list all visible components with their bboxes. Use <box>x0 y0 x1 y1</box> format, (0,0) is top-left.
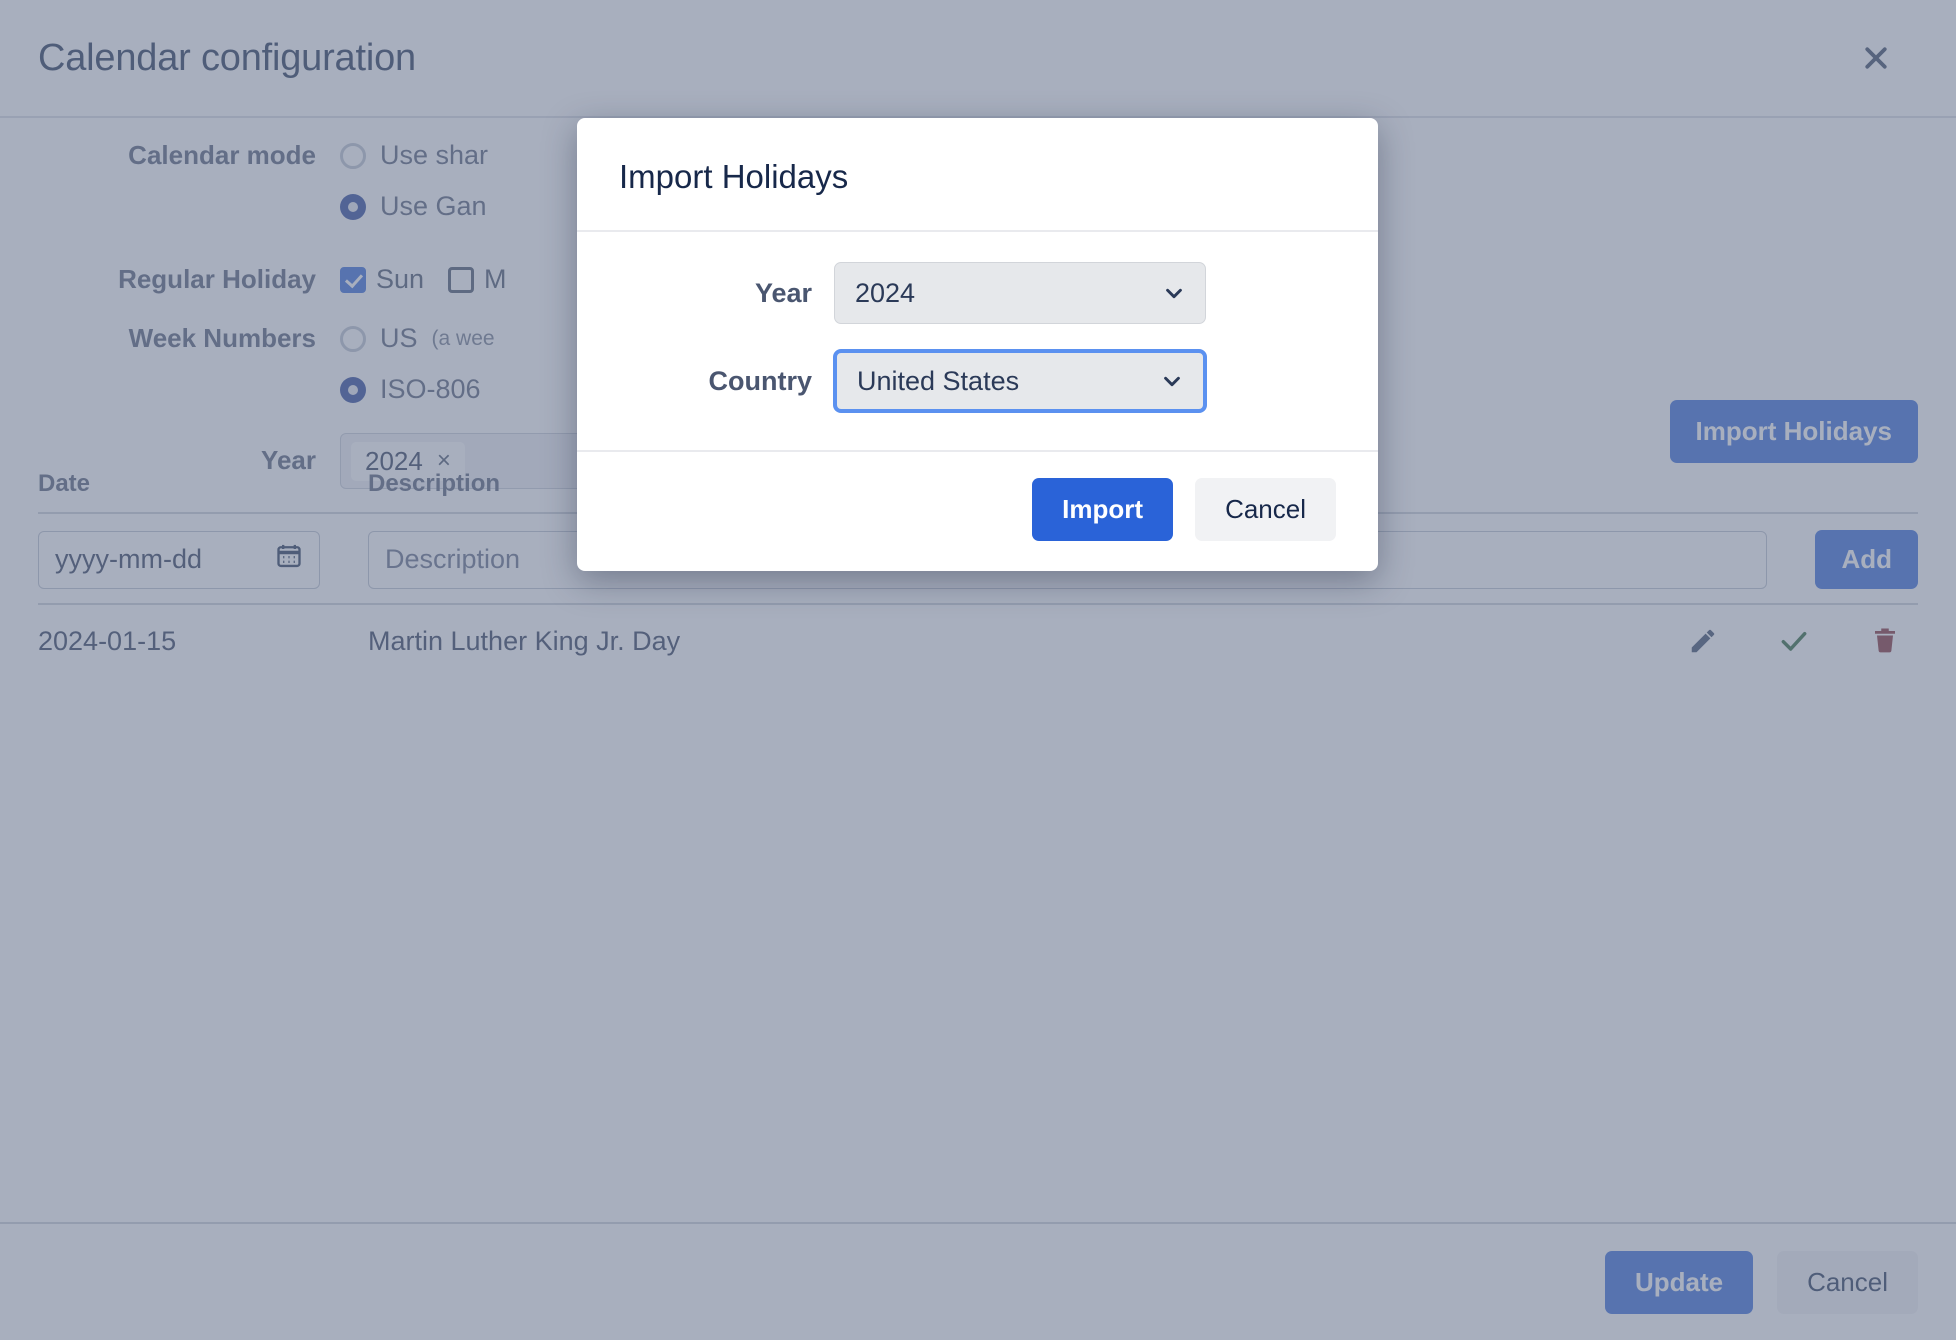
modal-title: Import Holidays <box>619 158 1336 196</box>
calendar-configuration-screen: Calendar configuration Calendar mode Use… <box>0 0 1956 1340</box>
country-select[interactable]: United States <box>834 350 1206 412</box>
modal-header: Import Holidays <box>577 118 1378 232</box>
chevron-down-icon <box>1161 370 1183 392</box>
country-field-row: Country United States <box>619 350 1336 412</box>
modal-country-label: Country <box>619 366 834 397</box>
modal-import-button[interactable]: Import <box>1032 478 1173 541</box>
chevron-down-icon <box>1163 282 1185 304</box>
year-field-row: Year 2024 <box>619 262 1336 324</box>
modal-year-label: Year <box>619 278 834 309</box>
year-select-value: 2024 <box>855 278 915 309</box>
modal-body: Year 2024 Country United States <box>577 232 1378 450</box>
modal-footer: Import Cancel <box>577 450 1378 571</box>
import-holidays-modal: Import Holidays Year 2024 Country United <box>577 118 1378 571</box>
country-select-value: United States <box>857 366 1019 397</box>
modal-cancel-button[interactable]: Cancel <box>1195 478 1336 541</box>
year-select[interactable]: 2024 <box>834 262 1206 324</box>
